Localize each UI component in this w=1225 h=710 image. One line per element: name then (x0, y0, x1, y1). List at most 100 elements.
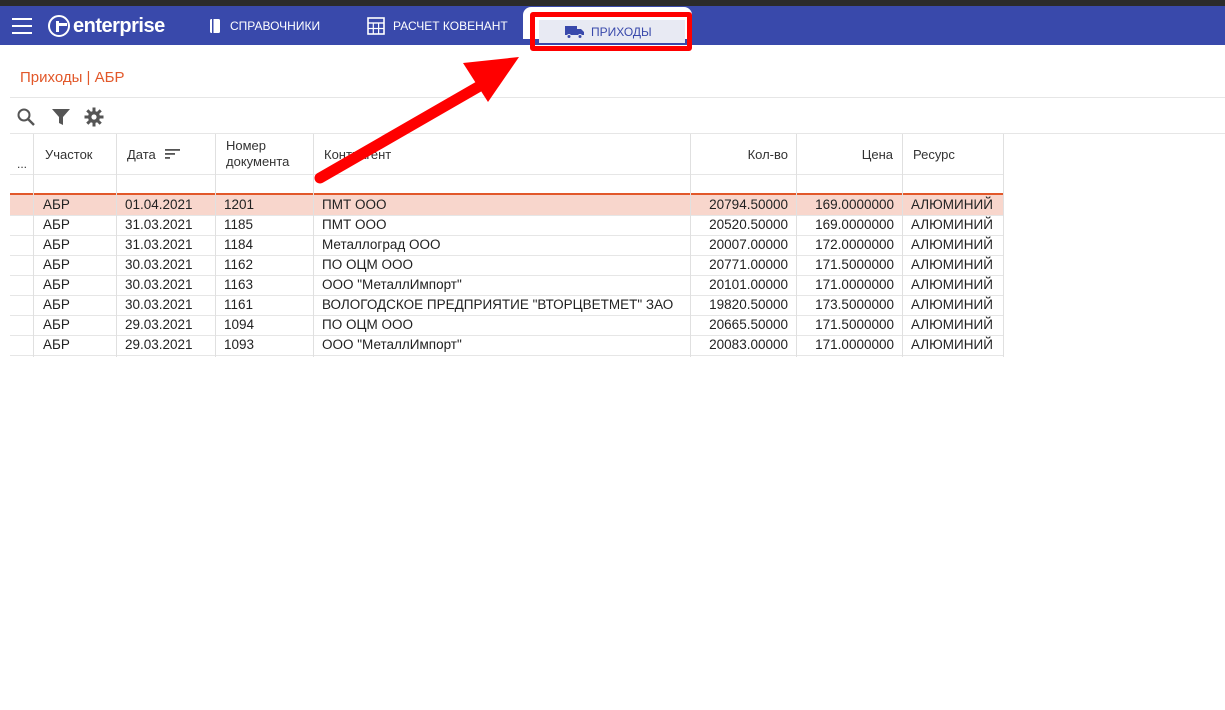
tab-raschet-kovenant[interactable]: РАСЧЕТ КОВЕНАНТ (367, 12, 508, 40)
cell-kol-vo: 20665.50000 (709, 317, 788, 332)
column-separator (215, 134, 216, 357)
cell-kol-vo: 20083.00000 (709, 337, 788, 352)
table-row[interactable]: АБР 30.03.2021 1162 ПО ОЦМ ООО 20771.00000 17… (10, 255, 1004, 276)
cell-resurs: АЛЮМИНИЙ (911, 237, 993, 252)
cell-cena: 169.0000000 (815, 217, 894, 232)
cell-cena: 169.0000000 (815, 197, 894, 212)
cell-resurs: АЛЮМИНИЙ (911, 217, 993, 232)
table-row[interactable]: АБР 30.03.2021 1163 ООО "МеталлИмпорт" 20101… (10, 275, 1004, 296)
header-data[interactable]: Дата (127, 134, 181, 174)
cell-kol-vo: 20794.50000 (709, 197, 788, 212)
cell-data: 31.03.2021 (125, 237, 193, 252)
header-kontragent[interactable]: Контрагент (324, 134, 391, 174)
cell-kontragent: ПО ОЦМ ООО (322, 317, 413, 332)
cell-kol-vo: 20771.00000 (709, 257, 788, 272)
cell-resurs: АЛЮМИНИЙ (911, 317, 993, 332)
page-header: Приходы | АБР (10, 56, 1225, 98)
cell-nomer: 1161 (224, 297, 254, 312)
cell-kol-vo: 20520.50000 (709, 217, 788, 232)
column-separator (1003, 134, 1004, 357)
cell-nomer: 1184 (224, 237, 254, 252)
highlight-box (530, 12, 692, 51)
table-row[interactable]: АБР 01.04.2021 1201 ПМТ ООО 20794.50000 169.0… (10, 195, 1004, 216)
cell-uchastok: АБР (43, 317, 70, 332)
cell-kol-vo: 19820.50000 (709, 297, 788, 312)
cell-kontragent: ООО "МеталлИмпорт" (322, 277, 462, 292)
cell-uchastok: АБР (43, 297, 70, 312)
tab-spravochniki[interactable]: СПРАВОЧНИКИ (208, 12, 320, 40)
header-resurs[interactable]: Ресурс (913, 134, 955, 174)
cell-nomer: 1201 (224, 197, 255, 212)
search-icon[interactable] (16, 107, 36, 127)
logo-icon (48, 15, 70, 37)
hamburger-menu-icon[interactable] (12, 18, 32, 34)
table-row[interactable]: АБР 29.03.2021 1094 ПО ОЦМ ООО 20665.50000 17… (10, 315, 1004, 336)
filter-icon[interactable] (51, 107, 71, 127)
cell-data: 29.03.2021 (125, 337, 193, 352)
table-row[interactable]: АБР 29.03.2021 1093 ООО "МеталлИмпорт" 20083… (10, 335, 1004, 356)
cell-resurs: АЛЮМИНИЙ (911, 257, 993, 272)
cell-uchastok: АБР (43, 337, 70, 352)
page-title: Приходы | АБР (20, 69, 125, 86)
cell-cena: 171.0000000 (815, 277, 894, 292)
grid-toolbar (10, 101, 1225, 134)
cell-kol-vo: 20101.00000 (709, 277, 788, 292)
cell-cena: 172.0000000 (815, 237, 894, 252)
cell-cena: 171.5000000 (815, 257, 894, 272)
cell-nomer: 1093 (224, 337, 255, 352)
tab-label: СПРАВОЧНИКИ (230, 19, 321, 33)
cell-kontragent: ООО "МеталлИмпорт" (322, 337, 462, 352)
cell-kontragent: ПО ОЦМ ООО (322, 257, 413, 272)
cell-kontragent: ПМТ ООО (322, 217, 387, 232)
column-separator (33, 134, 34, 357)
table-row[interactable]: АБР 31.03.2021 1185 ПМТ ООО 20520.50000 169.0… (10, 215, 1004, 236)
cell-cena: 171.5000000 (815, 317, 894, 332)
cell-resurs: АЛЮМИНИЙ (911, 297, 993, 312)
book-icon (210, 19, 220, 33)
cell-resurs: АЛЮМИНИЙ (911, 277, 993, 292)
column-separator (116, 134, 117, 357)
cell-kol-vo: 20007.00000 (709, 237, 788, 252)
filter-row[interactable] (10, 174, 1004, 194)
app-logo[interactable]: enterprise (48, 14, 165, 38)
cell-data: 29.03.2021 (125, 317, 193, 332)
table-row[interactable]: АБР 31.03.2021 1184 Металлоград ООО 20007.00… (10, 235, 1004, 256)
cell-data: 30.03.2021 (125, 277, 193, 292)
cell-data: 31.03.2021 (125, 217, 193, 232)
header-cena[interactable]: Цена (797, 134, 893, 174)
header-uchastok[interactable]: Участок (45, 134, 93, 174)
cell-data: 01.04.2021 (125, 197, 193, 212)
logo-text: enterprise (73, 14, 165, 37)
cell-nomer: 1185 (224, 217, 254, 232)
column-separator (902, 134, 903, 357)
cell-nomer: 1094 (224, 317, 255, 332)
header-nomer-dokumenta[interactable]: Номер документа (226, 134, 316, 174)
cell-kontragent: Металлоград ООО (322, 237, 441, 252)
column-separator (690, 134, 691, 357)
cell-cena: 171.0000000 (815, 337, 894, 352)
cell-nomer: 1162 (224, 257, 254, 272)
column-separator (796, 134, 797, 357)
header-kol-vo[interactable]: Кол-во (691, 134, 788, 174)
gear-icon[interactable] (84, 107, 104, 127)
cell-data: 30.03.2021 (125, 257, 193, 272)
cell-uchastok: АБР (43, 217, 70, 232)
calculator-icon (367, 17, 385, 35)
cell-data: 30.03.2021 (125, 297, 193, 312)
header-label: Дата (127, 146, 156, 162)
column-separator (313, 134, 314, 357)
cell-uchastok: АБР (43, 257, 70, 272)
cell-uchastok: АБР (43, 237, 70, 252)
table-row[interactable]: АБР 30.03.2021 1161 ВОЛОГОДСКОЕ ПРЕДПРИЯТИЕ… (10, 295, 1004, 316)
cell-uchastok: АБР (43, 277, 70, 292)
cell-nomer: 1163 (224, 277, 254, 292)
cell-kontragent: ПМТ ООО (322, 197, 387, 212)
sort-icon[interactable] (164, 148, 181, 160)
row-menu-header[interactable]: ... (17, 154, 27, 174)
cell-resurs: АЛЮМИНИЙ (911, 337, 993, 352)
cell-resurs: АЛЮМИНИЙ (911, 197, 993, 212)
cell-uchastok: АБР (43, 197, 70, 212)
cell-cena: 173.5000000 (815, 297, 894, 312)
cell-kontragent: ВОЛОГОДСКОЕ ПРЕДПРИЯТИЕ "ВТОРЦВЕТМЕТ" ЗА… (322, 297, 674, 312)
tab-label: РАСЧЕТ КОВЕНАНТ (393, 19, 508, 33)
